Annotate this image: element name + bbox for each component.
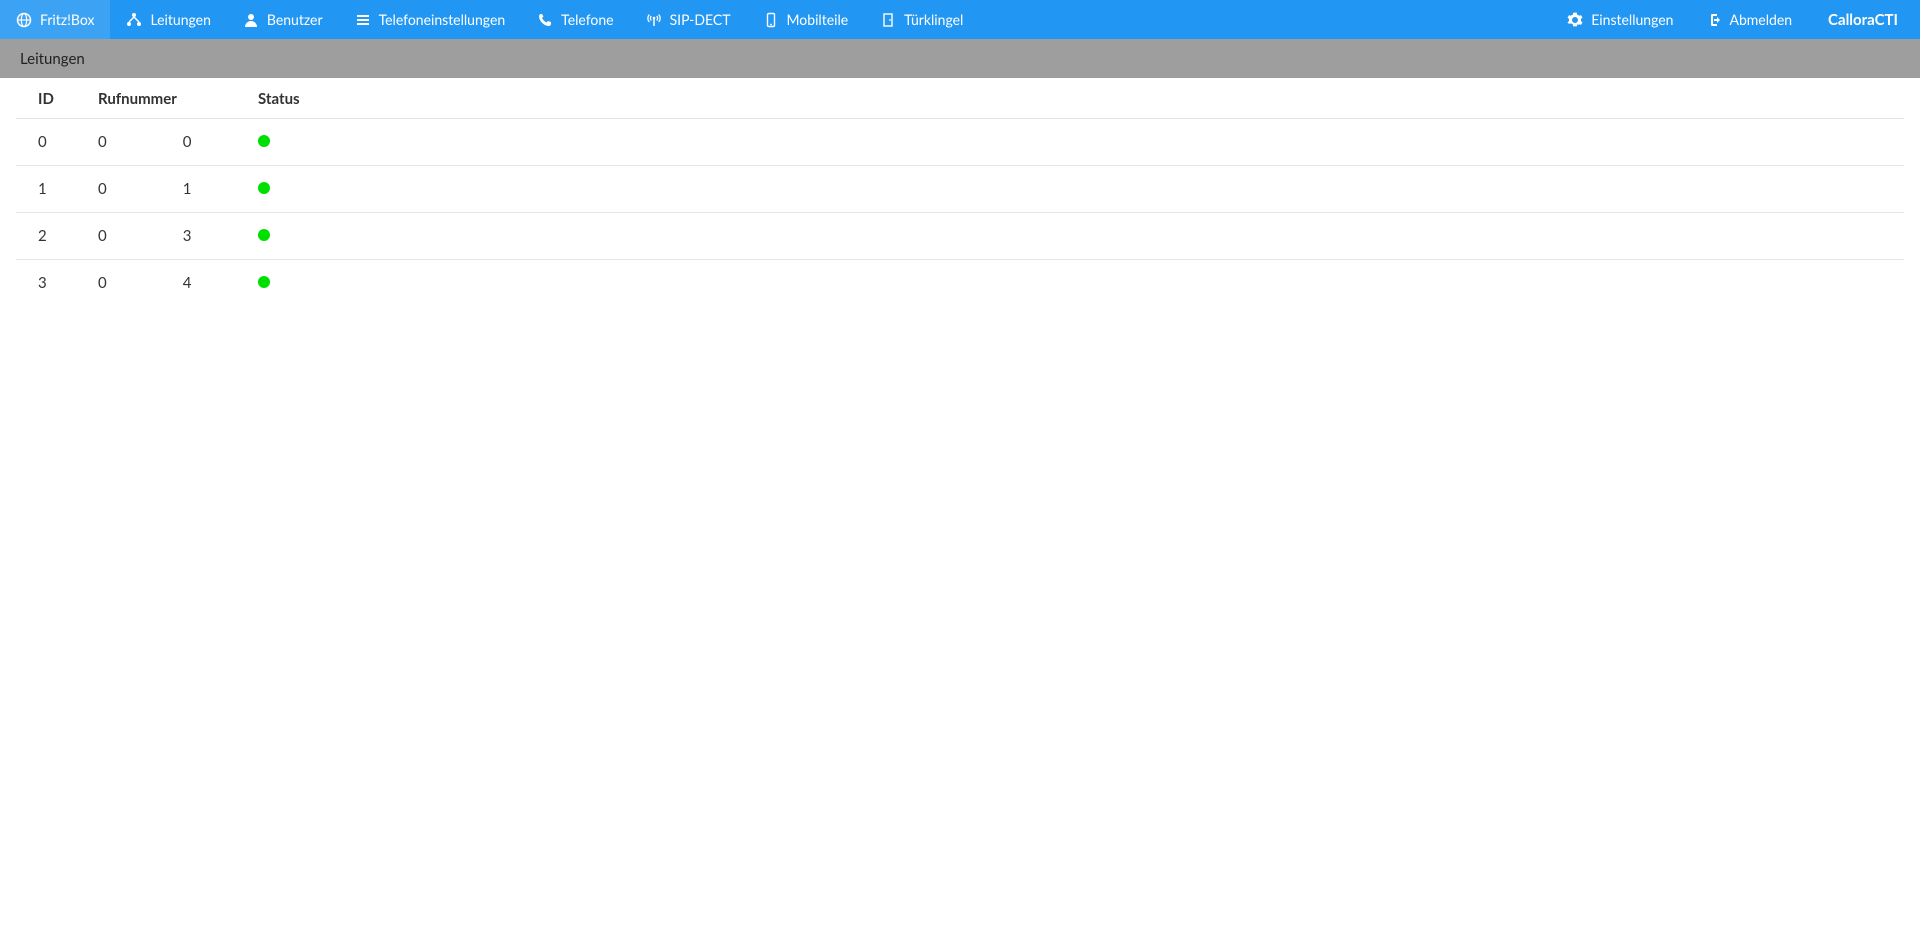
nav-item-label: Mobilteile (787, 11, 849, 28)
nav-left: Fritz!Box Leitungen Benutzer Telefoneinstel… (0, 0, 979, 39)
col-header-id[interactable]: ID (16, 78, 76, 119)
col-header-rufnummer[interactable]: Rufnummer (76, 78, 236, 119)
nav-item-leitungen[interactable]: Leitungen (110, 0, 226, 39)
table-row[interactable]: 101 (16, 166, 1904, 213)
cell-status (236, 119, 1904, 166)
subheader-title: Leitungen (20, 50, 85, 68)
cell-status (236, 166, 1904, 213)
cell-id: 2 (16, 213, 76, 260)
cell-rufnummer: 00 (76, 119, 236, 166)
nav-item-label: Leitungen (150, 11, 210, 28)
door-icon (880, 12, 896, 28)
subheader-bar: Leitungen (0, 39, 1920, 78)
cell-rufnummer: 04 (76, 260, 236, 307)
mobile-icon (763, 12, 779, 28)
cell-id: 3 (16, 260, 76, 307)
table-row[interactable]: 304 (16, 260, 1904, 307)
nav-item-mobilteile[interactable]: Mobilteile (747, 0, 865, 39)
nav-item-label: Abmelden (1730, 11, 1793, 28)
nav-item-label: SIP-DECT (670, 11, 731, 28)
nav-item-telefone[interactable]: Telefone (521, 0, 629, 39)
status-dot-icon (258, 276, 270, 288)
globe-icon (16, 12, 32, 28)
rufnummer-a: 0 (98, 180, 107, 198)
cell-id: 1 (16, 166, 76, 213)
cell-rufnummer: 03 (76, 213, 236, 260)
nav-item-label: Telefone (561, 11, 613, 28)
network-icon (126, 12, 142, 28)
status-dot-icon (258, 229, 270, 241)
table-container: ID Rufnummer Status 000101203304 (0, 78, 1920, 306)
signout-icon (1706, 12, 1722, 28)
nav-item-benutzer[interactable]: Benutzer (227, 0, 339, 39)
status-dot-icon (258, 135, 270, 147)
nav-item-abmelden[interactable]: Abmelden (1690, 0, 1809, 39)
nav-item-fritzbox[interactable]: Fritz!Box (0, 0, 110, 39)
antenna-icon (646, 12, 662, 28)
nav-item-label: Einstellungen (1591, 11, 1673, 28)
cell-rufnummer: 01 (76, 166, 236, 213)
rufnummer-a: 0 (98, 133, 107, 151)
rufnummer-a: 0 (98, 274, 107, 292)
nav-item-label: Türklingel (904, 11, 963, 28)
rufnummer-b: 0 (183, 133, 192, 151)
rufnummer-a: 0 (98, 227, 107, 245)
nav-right: Einstellungen Abmelden CalloraCTI (1551, 0, 1912, 39)
col-header-status[interactable]: Status (236, 78, 1904, 119)
table-row[interactable]: 000 (16, 119, 1904, 166)
table-row[interactable]: 203 (16, 213, 1904, 260)
rufnummer-b: 4 (183, 274, 192, 292)
table-header-row: ID Rufnummer Status (16, 78, 1904, 119)
list-icon (355, 12, 371, 28)
brand-label: CalloraCTI (1808, 0, 1912, 39)
nav-item-telefoneinstellungen[interactable]: Telefoneinstellungen (339, 0, 522, 39)
nav-item-einstellungen[interactable]: Einstellungen (1551, 0, 1689, 39)
status-dot-icon (258, 182, 270, 194)
cell-status (236, 260, 1904, 307)
rufnummer-b: 3 (183, 227, 192, 245)
nav-item-label: Telefoneinstellungen (379, 11, 506, 28)
phone-icon (537, 12, 553, 28)
top-navbar: Fritz!Box Leitungen Benutzer Telefoneinstel… (0, 0, 1920, 39)
leitungen-table: ID Rufnummer Status 000101203304 (16, 78, 1904, 306)
gear-icon (1567, 12, 1583, 28)
nav-item-label: Fritz!Box (40, 11, 94, 28)
nav-item-tuerklingel[interactable]: Türklingel (864, 0, 979, 39)
user-icon (243, 12, 259, 28)
nav-item-sipdect[interactable]: SIP-DECT (630, 0, 747, 39)
cell-status (236, 213, 1904, 260)
rufnummer-b: 1 (183, 180, 192, 198)
nav-item-label: Benutzer (267, 11, 323, 28)
cell-id: 0 (16, 119, 76, 166)
